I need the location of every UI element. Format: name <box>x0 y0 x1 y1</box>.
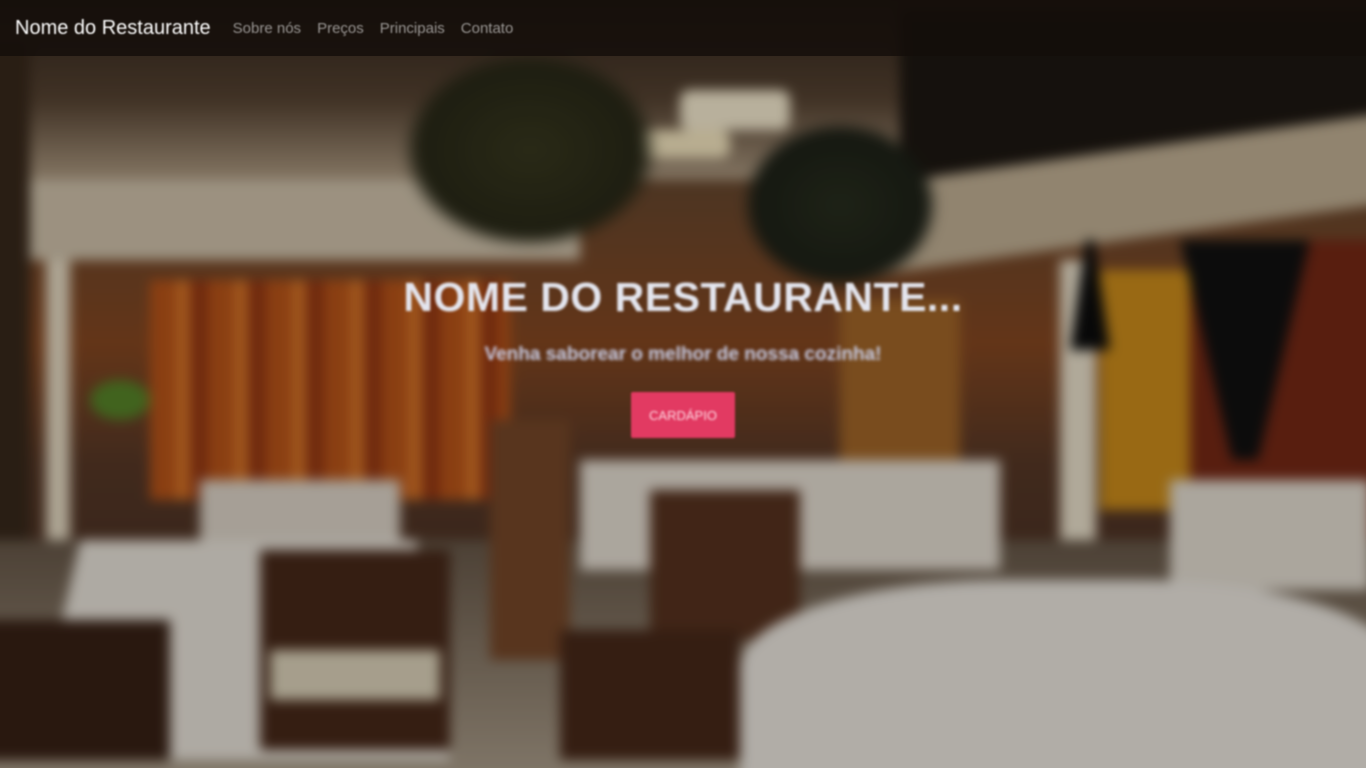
nav-link-precos[interactable]: Preços <box>317 20 364 37</box>
nav-link-principais[interactable]: Principais <box>380 20 445 37</box>
top-navbar: Nome do Restaurante Sobre nós Preços Pri… <box>0 0 1366 56</box>
hero-subtitle: Venha saborear o melhor de nossa cozinha… <box>484 344 882 365</box>
brand-link[interactable]: Nome do Restaurante <box>15 17 211 40</box>
nav-link-sobre[interactable]: Sobre nós <box>233 20 301 37</box>
hero-title: NOME DO RESTAURANTE... <box>403 274 963 320</box>
hero-section: NOME DO RESTAURANTE... Venha saborear o … <box>0 262 1366 438</box>
nav-links: Sobre nós Preços Principais Contato <box>233 20 530 37</box>
page: Nome do Restaurante Sobre nós Preços Pri… <box>0 0 1366 768</box>
nav-link-contato[interactable]: Contato <box>461 20 514 37</box>
menu-button[interactable]: CARDÁPIO <box>631 392 735 438</box>
